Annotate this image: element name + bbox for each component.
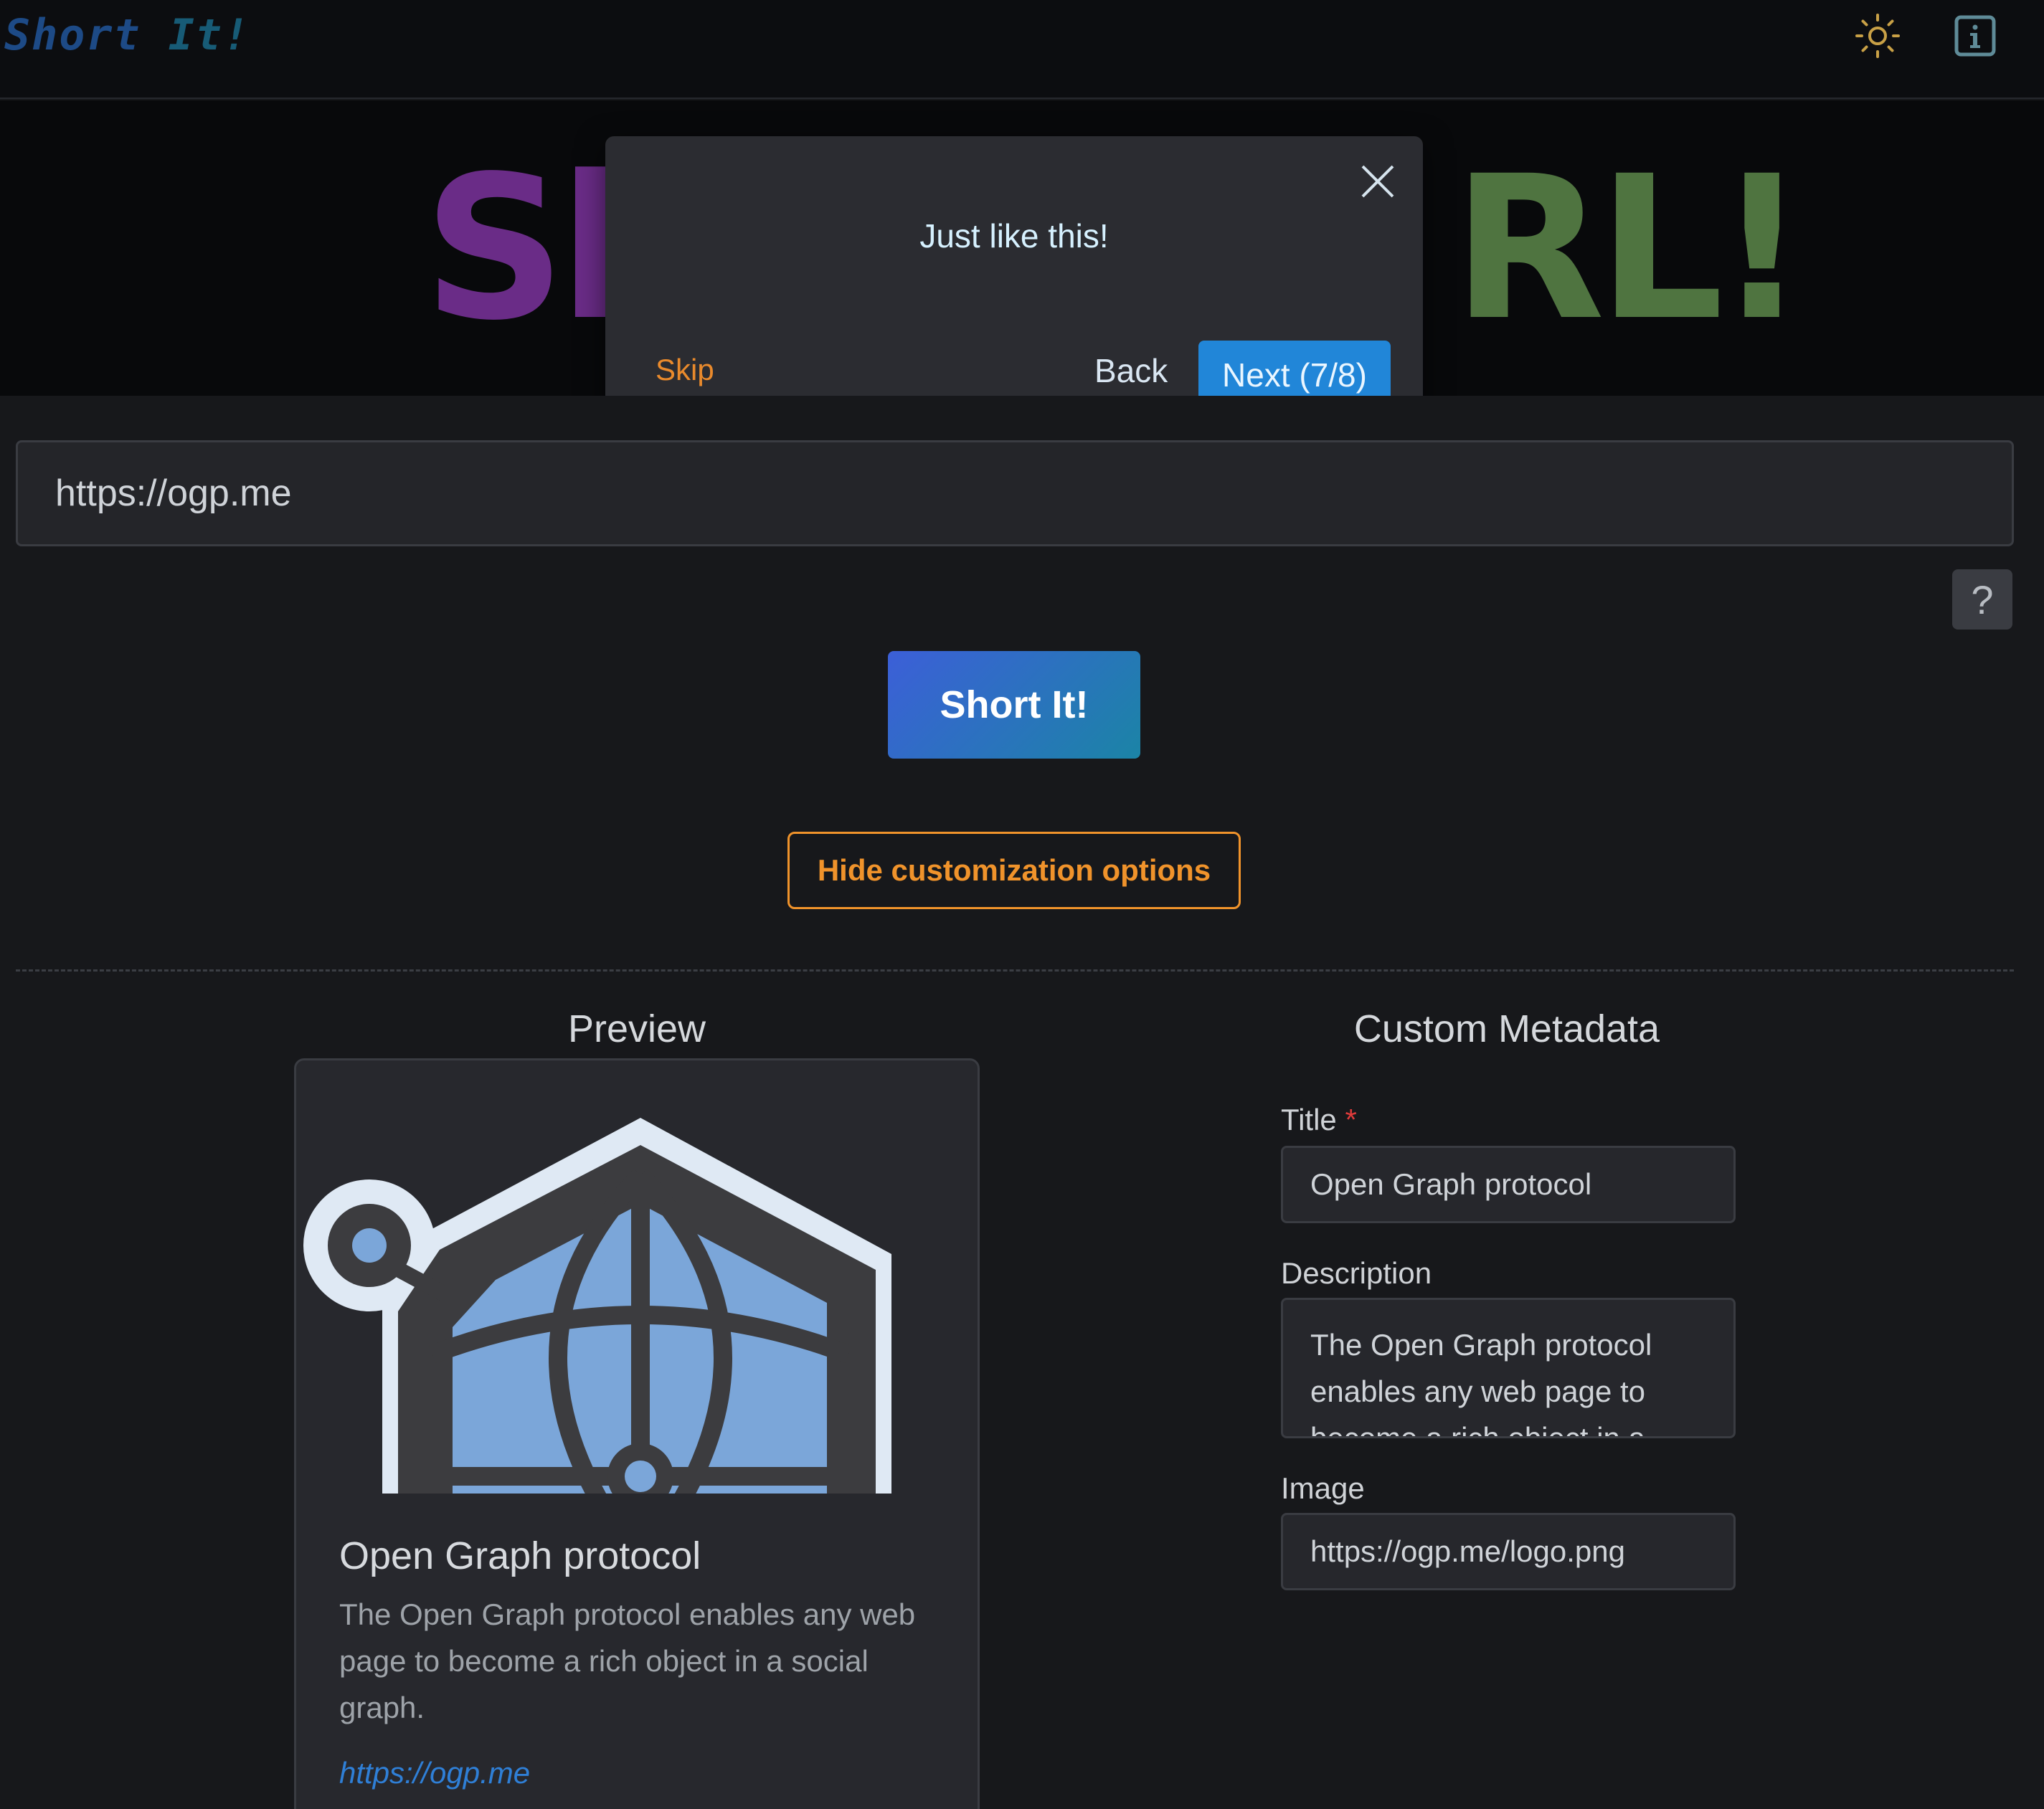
description-label: Description [1281, 1256, 1432, 1290]
hero-title-right: RL! [1452, 134, 1807, 364]
title-label-text: Title [1281, 1103, 1337, 1136]
title-field[interactable] [1281, 1146, 1736, 1223]
preview-card-link[interactable]: https://ogp.me [339, 1756, 530, 1790]
brand-logo[interactable]: Short It! [4, 10, 250, 60]
tour-skip-button[interactable]: Skip [656, 353, 714, 387]
image-url-field[interactable] [1281, 1513, 1736, 1590]
custom-metadata-heading: Custom Metadata [1353, 1007, 1660, 1050]
image-label: Image [1281, 1471, 1365, 1505]
ogp-logo-image [296, 1060, 978, 1494]
url-input[interactable] [16, 440, 2014, 546]
preview-card: Open Graph protocol The Open Graph proto… [294, 1058, 980, 1809]
required-mark: * [1345, 1103, 1357, 1136]
top-navbar: Short It! [0, 0, 2044, 99]
brand-word-2: It! [168, 10, 251, 60]
section-divider [16, 969, 2014, 972]
info-icon[interactable] [1952, 13, 1998, 59]
sun-icon[interactable] [1855, 13, 1901, 59]
close-icon[interactable] [1360, 163, 1396, 199]
title-label: Title * [1281, 1103, 1357, 1137]
tour-next-button[interactable]: Next (7/8) [1198, 341, 1391, 396]
tour-back-button[interactable]: Back [1094, 351, 1168, 390]
short-it-button[interactable]: Short It! [888, 651, 1140, 759]
preview-heading: Preview [567, 1007, 706, 1050]
tour-popover: Just like this! Skip Back Next (7/8) [605, 136, 1423, 396]
hide-customization-button[interactable]: Hide customization options [787, 832, 1241, 909]
tour-title: Just like this! [919, 217, 1109, 255]
description-field[interactable]: The Open Graph protocol enables any web … [1281, 1298, 1736, 1438]
preview-card-description: The Open Graph protocol enables any web … [339, 1597, 916, 1724]
help-button[interactable]: ? [1952, 569, 2012, 630]
preview-card-title: Open Graph protocol [339, 1534, 701, 1577]
hero-banner: Sh RL! Just like this! Skip Back Next (7/… [0, 100, 2044, 396]
brand-word-1: Short [4, 10, 141, 60]
